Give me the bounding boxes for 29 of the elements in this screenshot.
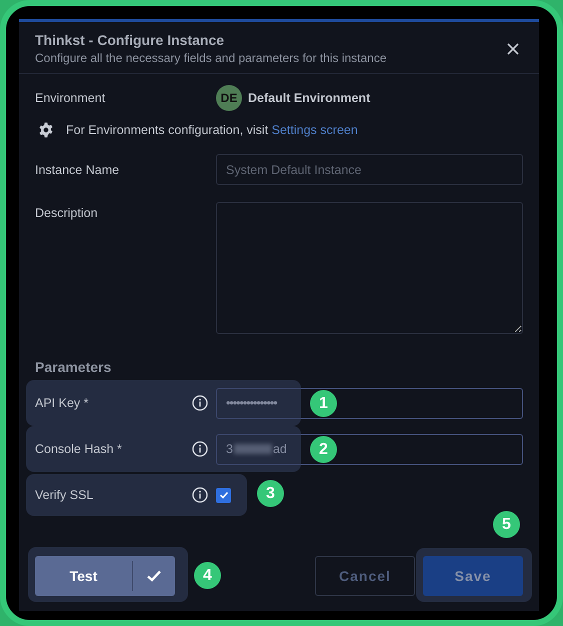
settings-link[interactable]: Settings screen <box>272 123 358 137</box>
section-heading: Parameters <box>35 359 112 375</box>
checkbox[interactable] <box>216 488 231 502</box>
dialog-title: Thinkst - Configure Instance <box>35 32 226 48</box>
environment-avatar: DE <box>216 85 242 111</box>
test-button[interactable]: Test <box>35 556 175 596</box>
check-icon <box>218 490 228 500</box>
field-label: Environment <box>35 91 106 105</box>
info-icon[interactable] <box>192 487 208 503</box>
close-icon <box>507 42 519 54</box>
field-label: Instance Name <box>35 162 120 176</box>
info-icon[interactable] <box>192 395 208 411</box>
callout-badge: 5 <box>493 511 520 538</box>
callout-badge: 3 <box>257 480 284 507</box>
field-label: Description <box>35 205 99 220</box>
description-field[interactable] <box>216 202 523 334</box>
gear-icon <box>38 122 54 138</box>
field-label: API Key * <box>35 396 90 410</box>
callout-badge: 4 <box>194 562 221 589</box>
info-icon[interactable] <box>192 441 208 457</box>
settings-note: For Environments configuration, visit Settings screen <box>66 123 358 137</box>
field-label: Console Hash * <box>35 442 123 456</box>
cancel-button[interactable]: Cancel <box>315 556 415 596</box>
instance-name-field[interactable]: System Default Instance <box>216 154 523 185</box>
check-icon <box>146 569 162 583</box>
field-label: Verify SSL <box>35 488 94 502</box>
save-button[interactable]: Save <box>423 556 523 596</box>
dialog-subtitle: Configure all the necessary fields and parameters for this instance <box>35 51 388 65</box>
environment-name: Default Environment <box>248 91 370 105</box>
